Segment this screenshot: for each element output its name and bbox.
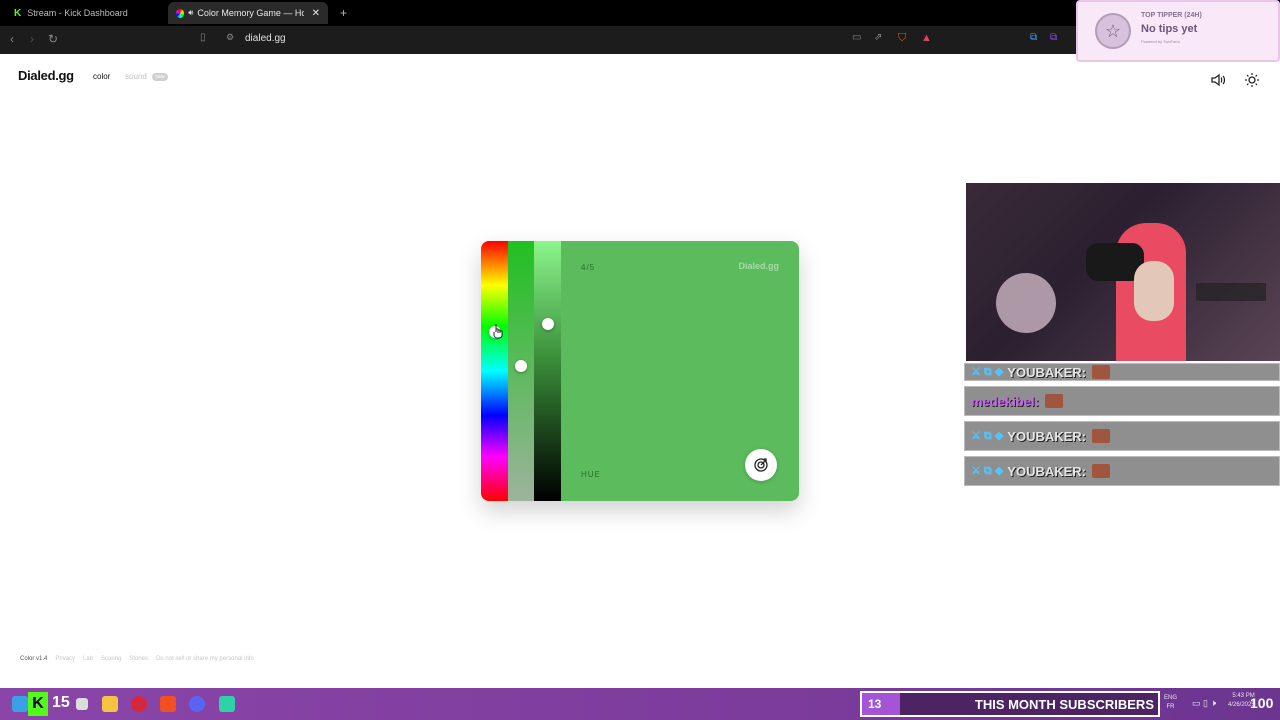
windows-start-icon[interactable] [12, 696, 28, 712]
footer-link-privacy[interactable]: Privacy [55, 656, 75, 662]
subscriber-goal-bar: 13 THIS MONTH SUBSCRIBERS [860, 691, 1160, 717]
new-badge: new [152, 73, 168, 81]
submit-guess-button[interactable] [745, 449, 777, 481]
streamer-face [1134, 261, 1174, 321]
cast-icon[interactable]: ▭ [852, 32, 861, 43]
top-tipper-widget: ☆ TOP TIPPER (24H) No tips yet Powered b… [1076, 0, 1280, 62]
close-tab-icon[interactable]: ✕ [312, 8, 320, 19]
language-indicator[interactable]: ENG FR [1164, 694, 1177, 712]
saturation-slider-handle[interactable] [515, 359, 527, 372]
tray-icons[interactable]: ▭ ▯ 🕨︎ [1192, 698, 1216, 709]
emote-icon [1044, 394, 1063, 408]
file-explorer-icon[interactable] [102, 696, 118, 712]
site-logo[interactable]: Dialed.gg [18, 68, 74, 83]
task-view-icon[interactable] [76, 698, 88, 710]
lightness-slider[interactable] [534, 241, 561, 501]
back-icon[interactable]: ‹ [10, 32, 14, 46]
chat-username: YOUBAKER: [1007, 463, 1087, 479]
hue-slider[interactable] [481, 241, 508, 501]
emote-icon [1092, 429, 1111, 443]
site-info-icon[interactable]: ⚙ [226, 32, 234, 43]
site-footer: Color v1.4 Privacy Lab Scoring Stories D… [20, 656, 254, 662]
emote-icon [1092, 365, 1111, 379]
footer-link-stories[interactable]: Stories [129, 656, 148, 662]
brave-shield-icon[interactable]: ⛉ [898, 32, 906, 45]
chat-badges: ⚔ ⧉ ◆ [971, 430, 1004, 442]
subscriber-goal-label: THIS MONTH SUBSCRIBERS [974, 697, 1154, 712]
keyboard [1196, 283, 1266, 301]
chat-message: ⚔ ⧉ ◆ YOUBAKER: [964, 421, 1280, 451]
tab-kick-dashboard[interactable]: K Stream - Kick Dashboard [6, 2, 166, 24]
footer-link-privacy-choices[interactable]: Do not sell or share my personal info [156, 656, 254, 662]
color-game-card: 4/5 Dialed.gg HUE [481, 241, 799, 501]
brave-rewards-icon[interactable]: ▲ [921, 32, 932, 44]
version-label: Color v1.4 [20, 656, 48, 662]
bookmark-icon[interactable]: ▯ [200, 32, 206, 43]
chat-badges: ⚔ ⧉ ◆ [971, 465, 1004, 477]
star-icon: ☆ [1095, 13, 1131, 49]
chat-username: YOUBAKER: [1007, 364, 1087, 380]
chat-message: ⚔ ⧉ ◆ YOUBAKER: [964, 363, 1280, 381]
emote-icon [1092, 464, 1111, 478]
chat-message: ⚔ ⧉ ◆ YOUBAKER: [964, 456, 1280, 486]
target-icon [754, 458, 768, 472]
opera-icon[interactable] [131, 696, 147, 712]
brave-icon[interactable] [160, 696, 176, 712]
chat-username: YOUBAKER: [1007, 428, 1087, 444]
colorwheel-icon [176, 8, 185, 18]
speaker-icon[interactable]: 🔊︎ [188, 8, 193, 18]
channel-label: HUE [581, 470, 601, 479]
subscriber-count: 13 [868, 697, 882, 711]
kick-counter: 15 [52, 694, 70, 711]
nav-color-link[interactable]: color [93, 72, 110, 81]
volume-icon[interactable] [1210, 72, 1226, 88]
tab-color-memory-game[interactable]: 🔊︎ Color Memory Game — How ✕ [168, 2, 328, 24]
extension-icon[interactable]: ⧉ [1030, 32, 1037, 43]
kick-logo-icon: K [28, 692, 48, 716]
tip-widget-title: TOP TIPPER (24H) [1141, 12, 1202, 19]
tip-widget-message: No tips yet [1141, 23, 1198, 35]
theme-toggle-icon[interactable] [1244, 72, 1260, 88]
nav-sound-link[interactable]: sound [125, 72, 147, 81]
tab-label: Stream - Kick Dashboard [27, 8, 128, 18]
kick-icon: K [14, 7, 22, 19]
plush-toys [996, 273, 1056, 333]
footer-link-lab[interactable]: Lab [83, 656, 93, 662]
tip-widget-powered: Powered by TwoForm [1141, 39, 1180, 44]
chat-badges: ⚔ ⧉ ◆ [971, 366, 1004, 378]
chat-username: medekibel: [971, 393, 1039, 409]
share-icon[interactable]: ⇗ [874, 32, 882, 43]
reload-icon[interactable]: ↻ [48, 32, 58, 46]
discord-icon[interactable] [189, 696, 205, 712]
hand-cursor-icon [493, 324, 503, 339]
forward-icon[interactable]: › [30, 32, 34, 46]
footer-link-scoring[interactable]: Scoring [101, 656, 121, 662]
tab-label: Color Memory Game — How [197, 8, 304, 18]
subscriber-goal-target: 100 [1250, 695, 1274, 711]
extension-icon[interactable]: ⧉ [1050, 32, 1057, 43]
chat-message: medekibel: [964, 386, 1280, 416]
card-brand: Dialed.gg [738, 261, 779, 271]
webcam-overlay [966, 183, 1280, 361]
new-tab-button[interactable]: + [332, 2, 355, 24]
streaming-app-icon[interactable] [219, 696, 235, 712]
round-counter: 4/5 [581, 263, 596, 272]
url-input[interactable]: dialed.gg [245, 33, 286, 44]
